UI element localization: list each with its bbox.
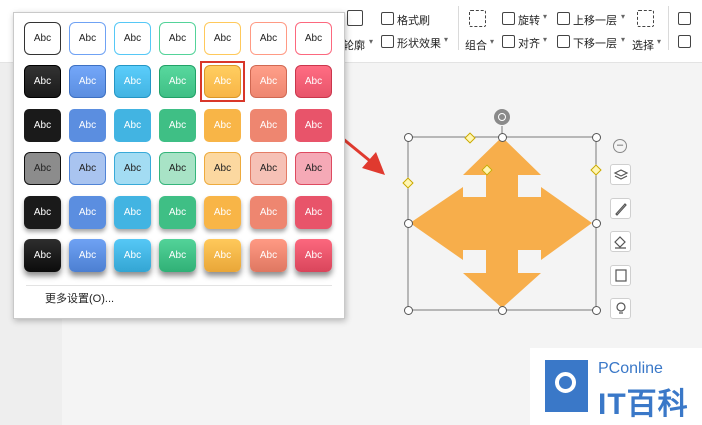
resize-handle[interactable] — [404, 306, 413, 315]
style-swatch[interactable]: Abc — [295, 239, 332, 272]
more-settings-link[interactable]: 更多设置(O)... — [45, 290, 114, 306]
style-swatch[interactable]: Abc — [250, 65, 287, 98]
style-swatch[interactable]: Abc — [114, 196, 151, 229]
cross-arrow-shape[interactable] — [410, 137, 592, 308]
style-swatch[interactable]: Abc — [159, 196, 196, 229]
style-swatch[interactable]: Abc — [69, 65, 106, 98]
resize-handle[interactable] — [498, 133, 507, 142]
style-swatch[interactable]: Abc — [295, 22, 332, 55]
style-swatch[interactable]: Abc — [159, 109, 196, 142]
style-swatch[interactable]: Abc — [204, 109, 241, 142]
style-swatch[interactable]: Abc — [250, 239, 287, 272]
style-swatch[interactable]: Abc — [69, 152, 106, 185]
watermark-line2: IT百科 — [598, 388, 689, 421]
style-swatch[interactable]: Abc — [295, 65, 332, 98]
style-swatch[interactable]: Abc — [250, 152, 287, 185]
style-swatch[interactable]: Abc — [24, 239, 61, 272]
style-swatch[interactable]: Abc — [114, 65, 151, 98]
style-swatch[interactable]: Abc — [69, 109, 106, 142]
style-swatch[interactable]: Abc — [204, 152, 241, 185]
bulb-icon[interactable] — [610, 298, 631, 319]
style-swatch[interactable]: Abc — [69, 196, 106, 229]
style-swatch[interactable]: Abc — [24, 196, 61, 229]
watermark-logo: PConline IT百科 — [530, 348, 702, 425]
style-swatch[interactable]: Abc — [159, 152, 196, 185]
resize-handle[interactable] — [592, 306, 601, 315]
style-swatch[interactable]: Abc — [114, 109, 151, 142]
outline-icon[interactable] — [610, 265, 631, 286]
gallery-divider — [26, 285, 332, 286]
shape-style-gallery: Abc Abc Abc Abc Abc Abc Abc Abc Abc Abc Abc Abc Abc A… — [13, 12, 345, 319]
style-swatch[interactable]: Abc — [114, 152, 151, 185]
selected-swatch-highlight — [200, 61, 245, 102]
style-swatch[interactable]: Abc — [250, 109, 287, 142]
style-swatch[interactable]: Abc — [159, 239, 196, 272]
resize-handle[interactable] — [498, 306, 507, 315]
style-swatch[interactable]: Abc — [250, 22, 287, 55]
style-swatch[interactable]: Abc — [295, 109, 332, 142]
style-swatch[interactable]: Abc — [204, 196, 241, 229]
fill-icon[interactable] — [610, 231, 631, 252]
style-swatch[interactable]: Abc — [295, 196, 332, 229]
style-swatch[interactable]: Abc — [204, 22, 241, 55]
style-swatch[interactable]: Abc — [114, 22, 151, 55]
style-swatch[interactable]: Abc — [24, 109, 61, 142]
style-swatch[interactable]: Abc — [24, 152, 61, 185]
style-swatch[interactable]: Abc — [159, 65, 196, 98]
pen-icon[interactable] — [610, 198, 631, 219]
style-swatch[interactable]: Abc — [69, 239, 106, 272]
collapse-button[interactable]: – — [613, 139, 627, 153]
watermark-line1: PConline — [598, 360, 663, 377]
layers-icon[interactable] — [610, 164, 631, 185]
resize-handle[interactable] — [404, 219, 413, 228]
style-swatch[interactable]: Abc — [114, 239, 151, 272]
style-swatch[interactable]: Abc — [159, 22, 196, 55]
resize-handle[interactable] — [592, 219, 601, 228]
rotate-icon — [498, 113, 506, 121]
pconline-logo-icon — [545, 360, 588, 412]
style-swatch[interactable]: Abc — [24, 22, 61, 55]
style-swatch[interactable]: Abc — [295, 152, 332, 185]
resize-handle[interactable] — [592, 133, 601, 142]
resize-handle[interactable] — [404, 133, 413, 142]
style-swatch[interactable]: Abc — [204, 239, 241, 272]
style-swatch[interactable]: Abc — [250, 196, 287, 229]
style-swatch[interactable]: Abc — [24, 65, 61, 98]
style-swatch[interactable]: Abc — [69, 22, 106, 55]
